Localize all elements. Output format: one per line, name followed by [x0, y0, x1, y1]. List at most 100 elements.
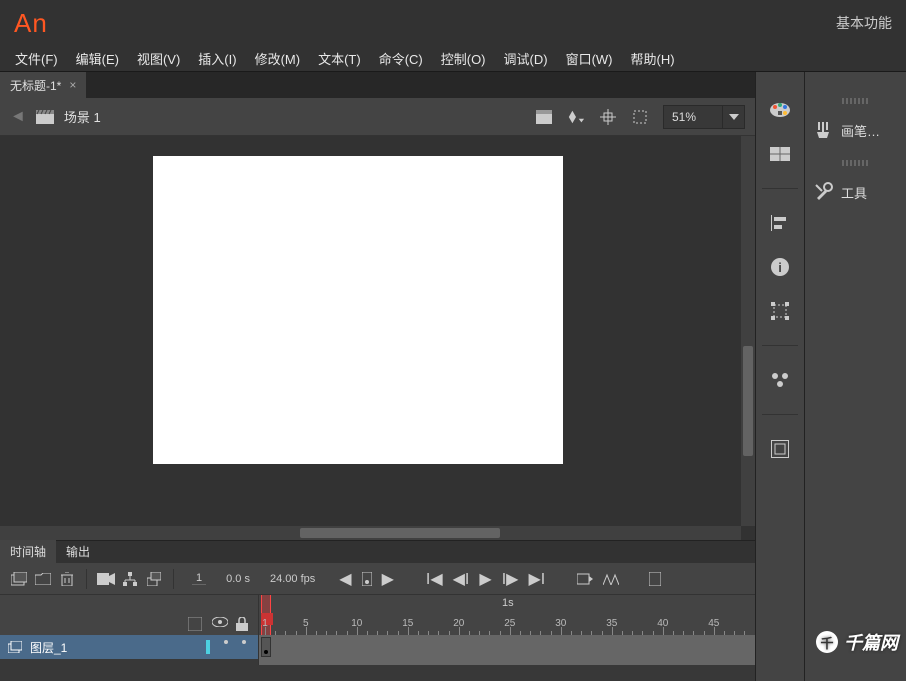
brush-panel-button[interactable]: 画笔… — [805, 114, 906, 146]
brush-panel-label: 画笔… — [841, 121, 880, 140]
panel-grip[interactable] — [842, 160, 870, 166]
step-back-icon[interactable]: ◀I — [453, 569, 470, 589]
watermark-icon: 千 — [816, 631, 838, 653]
menu-help[interactable]: 帮助(H) — [622, 49, 684, 68]
menu-modify[interactable]: 修改(M) — [246, 49, 310, 68]
info-panel-icon[interactable]: i — [768, 255, 792, 279]
menu-file[interactable]: 文件(F) — [6, 49, 67, 68]
timeline-ruler[interactable]: 1s 151015202530354045 — [258, 595, 755, 635]
delete-layer-icon[interactable] — [58, 570, 76, 588]
camera-icon[interactable] — [97, 570, 115, 588]
first-frame-icon[interactable]: I◀ — [426, 569, 443, 589]
timeline-tabs: 时间轴 输出 — [0, 541, 755, 563]
components-panel-icon[interactable] — [768, 368, 792, 392]
prev-keyframe-icon[interactable]: ◀ — [339, 569, 351, 589]
workspace-switcher[interactable]: 基本功能 — [836, 13, 892, 33]
menu-control[interactable]: 控制(O) — [432, 49, 495, 68]
workspace: 无标题-1* × ◄ 场景 1 51% — [0, 72, 906, 681]
clip-stage-icon[interactable] — [631, 108, 649, 126]
brush-icon — [813, 120, 833, 140]
vertical-scroll-thumb[interactable] — [743, 346, 753, 456]
app-logo: An — [14, 8, 48, 39]
title-bar: An 基本功能 — [0, 0, 906, 46]
layer-depth-icon[interactable] — [145, 570, 163, 588]
layer-frames-track[interactable] — [258, 635, 755, 665]
lock-icon[interactable] — [236, 617, 250, 631]
scene-bar: ◄ 场景 1 51% — [0, 98, 755, 136]
layer-visibility-mark[interactable] — [224, 640, 228, 644]
menu-bar: 文件(F) 编辑(E) 视图(V) 插入(I) 修改(M) 文本(T) 命令(C… — [0, 46, 906, 72]
transform-panel-icon[interactable] — [768, 299, 792, 323]
menu-edit[interactable]: 编辑(E) — [67, 49, 128, 68]
watermark: 千 千篇网 — [816, 629, 898, 655]
back-arrow-icon[interactable]: ◄ — [10, 108, 26, 126]
keyframe-cell[interactable] — [261, 637, 271, 657]
layer-highlight-mark[interactable] — [206, 640, 210, 654]
menu-debug[interactable]: 调试(D) — [495, 49, 557, 68]
step-forward-icon[interactable]: I▶ — [502, 569, 519, 589]
menu-window[interactable]: 窗口(W) — [557, 49, 622, 68]
layer-name[interactable]: 图层_1 — [30, 639, 67, 656]
insert-frame-icon[interactable] — [649, 572, 661, 586]
current-frame[interactable]: 1 — [192, 572, 206, 585]
keyframe-dot — [264, 650, 268, 654]
clapboard-icon[interactable] — [36, 110, 54, 124]
frame-rate[interactable]: 24.00 fps — [270, 573, 315, 585]
horizontal-scrollbar[interactable] — [0, 526, 741, 540]
ruler-tick-label: 35 — [606, 618, 617, 629]
ruler-tick-label: 45 — [708, 618, 719, 629]
document-tab[interactable]: 无标题-1* × — [0, 72, 86, 98]
center-stage-icon[interactable] — [599, 108, 617, 126]
ruler-tick-label: 1 — [262, 618, 268, 629]
menu-view[interactable]: 视图(V) — [128, 49, 189, 68]
scene-name[interactable]: 场景 1 — [64, 107, 101, 126]
document-tab-label: 无标题-1* — [10, 77, 61, 94]
right-panels: 画笔… 工具 — [805, 72, 906, 681]
new-layer-icon[interactable] — [10, 570, 28, 588]
tools-panel-button[interactable]: 工具 — [805, 176, 906, 208]
zoom-control[interactable]: 51% — [663, 105, 745, 129]
menu-command[interactable]: 命令(C) — [370, 49, 432, 68]
menu-text[interactable]: 文本(T) — [309, 49, 370, 68]
zoom-value[interactable]: 51% — [663, 105, 723, 129]
symbol-dropdown-icon[interactable] — [567, 108, 585, 126]
highlight-icon[interactable] — [188, 617, 202, 631]
panel-grip[interactable] — [842, 98, 870, 104]
align-panel-icon[interactable] — [768, 211, 792, 235]
layer-parenting-icon[interactable] — [121, 570, 139, 588]
visibility-icon[interactable] — [212, 617, 226, 631]
library-panel-icon[interactable] — [768, 437, 792, 461]
layer-icon — [8, 641, 22, 653]
close-tab-icon[interactable]: × — [69, 78, 76, 92]
ruler-tick-label: 20 — [453, 618, 464, 629]
ruler-tick-label: 5 — [303, 618, 309, 629]
vertical-scrollbar[interactable] — [741, 136, 755, 526]
layer-lock-mark[interactable] — [242, 640, 246, 644]
new-folder-icon[interactable] — [34, 570, 52, 588]
next-keyframe-icon[interactable]: ▶ — [382, 569, 394, 589]
tools-panel-label: 工具 — [841, 183, 867, 202]
ruler-tick-label: 15 — [402, 618, 413, 629]
color-swatches-icon[interactable] — [768, 98, 792, 122]
ruler-tick-label: 10 — [351, 618, 362, 629]
tab-timeline[interactable]: 时间轴 — [0, 540, 56, 563]
second-label: 1s — [502, 597, 514, 609]
zoom-dropdown-icon[interactable] — [723, 105, 745, 129]
timeline-controls: 1 0.0 s 24.00 fps ◀ ▶ I◀ ◀I ▶ I▶ ▶I — [0, 563, 755, 595]
layer-row[interactable]: 图层_1 — [0, 635, 258, 659]
ruler-tick-label: 30 — [555, 618, 566, 629]
icon-panel-strip: i — [755, 72, 805, 681]
menu-insert[interactable]: 插入(I) — [189, 49, 245, 68]
horizontal-scroll-thumb[interactable] — [300, 528, 500, 538]
timeline-panel: 时间轴 输出 1 0.0 s 24.00 fps ◀ — [0, 540, 755, 681]
play-icon[interactable]: ▶ — [479, 569, 491, 589]
onion-skin-icon[interactable] — [603, 573, 619, 585]
swatches-panel-icon[interactable] — [768, 142, 792, 166]
clapboard-small-icon[interactable] — [535, 108, 553, 126]
stage-canvas[interactable] — [153, 156, 563, 464]
tab-output[interactable]: 输出 — [56, 540, 100, 563]
loop-icon[interactable] — [577, 572, 593, 586]
keyframe-marker-icon[interactable] — [362, 572, 372, 586]
last-frame-icon[interactable]: ▶I — [528, 569, 545, 589]
stage-area[interactable] — [0, 136, 755, 540]
